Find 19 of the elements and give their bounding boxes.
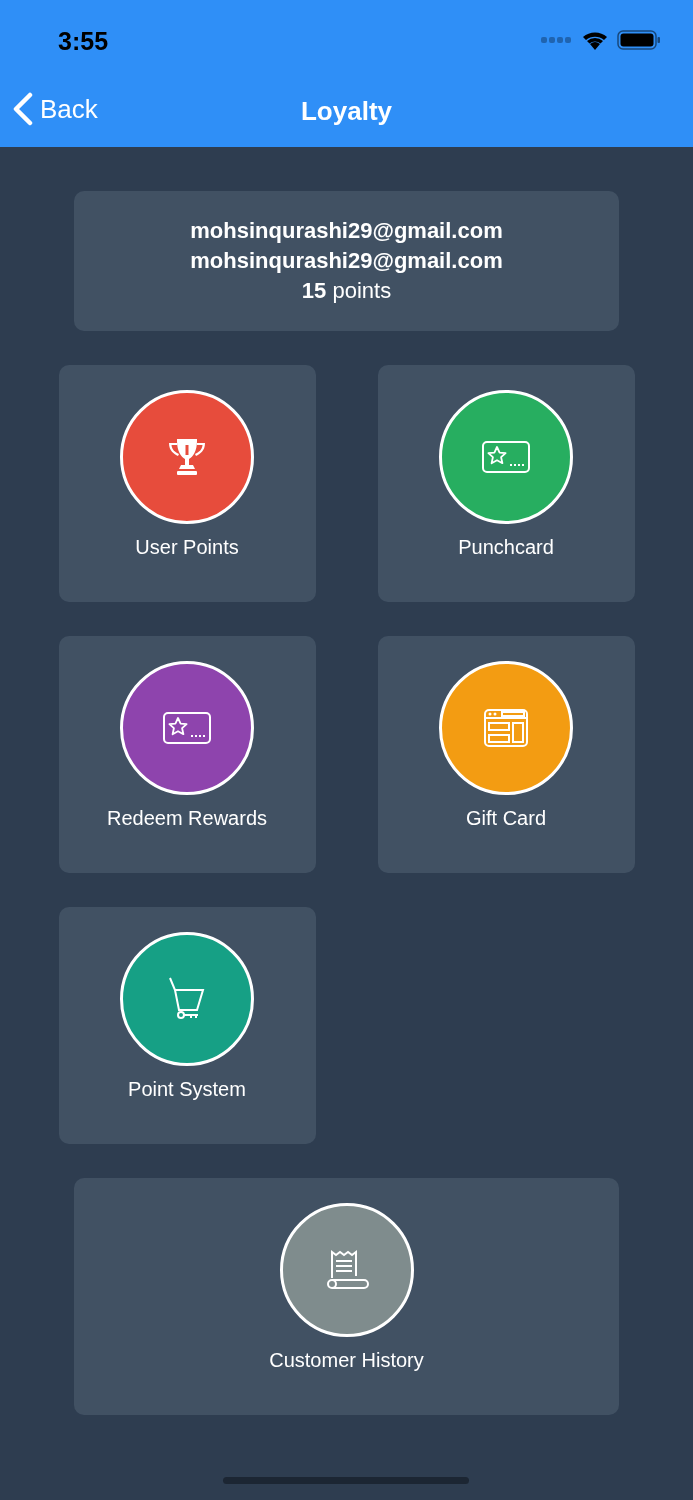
menu-tile[interactable]: Gift Card (377, 636, 635, 873)
status-time: 3:55 (58, 26, 109, 56)
signal-icon (541, 36, 573, 44)
account-email: mohsinqurashi29@gmail.com (190, 218, 503, 244)
menu-tile[interactable]: Customer History (74, 1178, 619, 1415)
account-email: mohsinqurashi29@gmail.com (190, 248, 503, 274)
menu-tile[interactable]: Point System (58, 907, 316, 1144)
points-text: 15 points (301, 278, 392, 304)
menu-tile[interactable]: User Points (58, 365, 316, 602)
chevron-icon (12, 92, 34, 126)
layout-icon (483, 708, 529, 748)
menu-tile[interactable]: Punchcard (377, 365, 635, 602)
battery-icon (617, 30, 661, 50)
menu-tile[interactable]: Redeem Rewards (58, 636, 316, 873)
screen-title: Loyalty (301, 96, 392, 127)
wifi-icon (581, 30, 609, 50)
star-card-icon (162, 711, 212, 745)
star-card-icon (481, 440, 531, 474)
cart-icon (167, 976, 207, 1022)
